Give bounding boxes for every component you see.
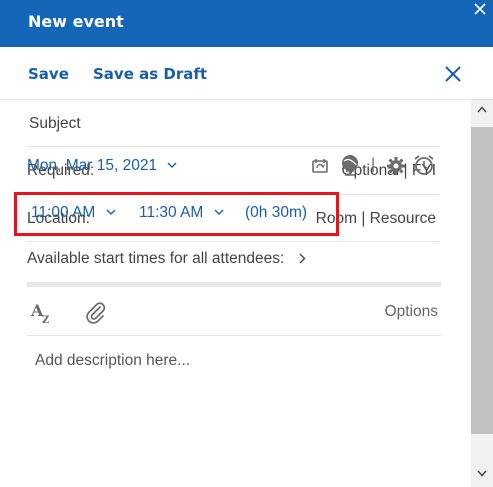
time-zone-globe-icon[interactable] [340,154,362,176]
end-time-value: 11:30 AM [139,204,204,221]
options-button[interactable]: Options [385,303,438,321]
corner-close-icon [474,3,486,15]
subject-field[interactable]: Subject [29,115,81,133]
start-time-picker[interactable]: 11:00 AM [31,204,116,222]
subject-row[interactable]: Subject [27,100,439,147]
reminder-alarm-icon[interactable] [413,154,435,176]
separator: | [371,156,376,173]
available-start-times-link[interactable]: Available start times for all attendees: [27,250,306,268]
scroll-up-arrow-icon[interactable] [477,106,487,113]
chevron-right-icon [299,253,306,264]
date-value: Mon, Mar 15, 2021 [27,157,158,174]
duration-label: (0h 30m) [245,204,308,221]
chevron-down-icon [106,209,116,216]
close-icon[interactable] [443,64,463,84]
save-as-draft-button[interactable]: Save as Draft [93,65,207,83]
svg-text:Z: Z [42,315,49,325]
chevron-down-icon [167,162,177,169]
end-time-picker[interactable]: 11:30 AM [139,204,224,222]
recurrence-icon[interactable] [310,157,330,175]
scrollbar-thumb[interactable] [471,127,493,434]
available-times-text: Available start times for all attendees: [27,250,285,267]
settings-gear-icon[interactable] [385,155,407,177]
save-button[interactable]: Save [28,65,69,83]
formatting-toolbar: A Z Options [27,287,441,336]
window-title: New event [28,12,124,31]
chevron-down-icon [214,209,224,216]
title-bar: New event [0,0,493,47]
attachment-paperclip-icon[interactable] [84,301,108,325]
action-toolbar: Save Save as Draft [0,47,493,100]
scroll-down-arrow-icon[interactable] [477,470,487,477]
format-text-icon[interactable]: A Z [30,301,54,325]
description-input[interactable]: Add description here... [35,352,190,370]
start-time-value: 11:00 AM [31,204,96,221]
date-picker[interactable]: Mon, Mar 15, 2021 [27,157,177,175]
